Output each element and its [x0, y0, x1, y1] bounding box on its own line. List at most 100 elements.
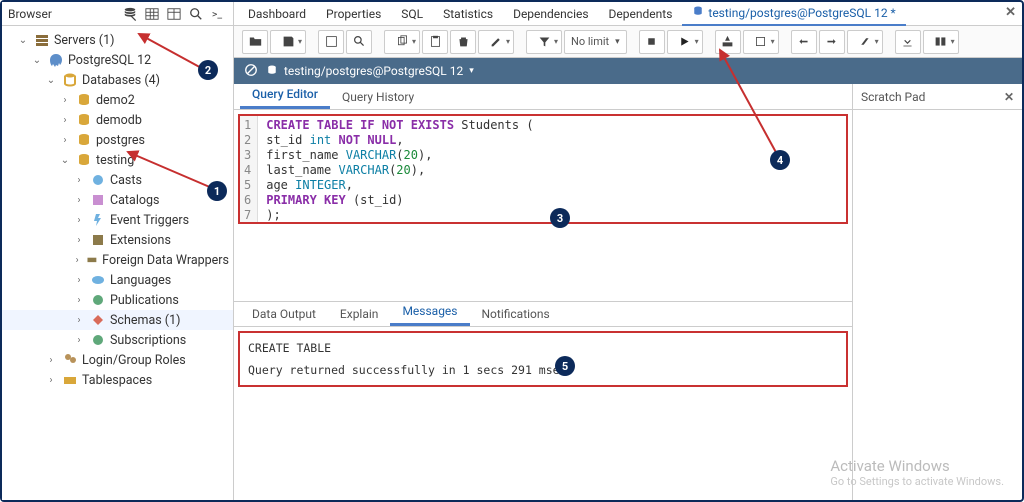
database-icon [76, 132, 92, 148]
chevron-right-icon[interactable]: › [72, 253, 82, 267]
filter-button[interactable] [526, 30, 562, 54]
tab-messages[interactable]: Messages [390, 299, 469, 326]
chevron-down-icon[interactable]: ⌄ [44, 73, 58, 87]
scratch-pad-title: Scratch Pad [861, 90, 925, 104]
tab-query-editor[interactable]: Query Editor [240, 82, 330, 109]
tab-query-history[interactable]: Query History [330, 85, 426, 109]
chevron-right-icon[interactable]: › [72, 233, 86, 247]
tree-tablespaces[interactable]: ›Tablespaces [2, 370, 233, 390]
view-data-icon[interactable] [143, 5, 161, 23]
event-trigger-icon [90, 212, 106, 228]
tree-db-testing[interactable]: ⌄testing [2, 150, 233, 170]
tab-notifications[interactable]: Notifications [470, 302, 562, 326]
database-group-icon [62, 72, 78, 88]
execute-button[interactable] [667, 30, 703, 54]
chevron-right-icon[interactable]: › [72, 213, 86, 227]
chevron-right-icon[interactable]: › [72, 313, 86, 327]
commit-button[interactable] [791, 30, 817, 54]
close-panel-icon[interactable]: ✕ [1005, 5, 1016, 20]
tree-languages[interactable]: ›Languages [2, 270, 233, 290]
explain-analyze-button[interactable] [743, 30, 779, 54]
search-icon[interactable] [187, 5, 205, 23]
tree-casts[interactable]: ›Casts [2, 170, 233, 190]
tablespaces-icon [62, 372, 78, 388]
messages-output: CREATE TABLE Query returned successfully… [238, 331, 848, 387]
subscriptions-icon [90, 332, 106, 348]
tab-query-tool[interactable]: testing/postgres@PostgreSQL 12 * [682, 1, 905, 26]
annotation-2: 2 [198, 60, 218, 80]
download-button[interactable] [895, 30, 921, 54]
tree-schemas[interactable]: ›Schemas (1) [2, 310, 233, 330]
tab-properties[interactable]: Properties [316, 3, 391, 25]
copy-button[interactable] [384, 30, 420, 54]
sql-code[interactable]: CREATE TABLE IF NOT EXISTS Students ( st… [258, 116, 846, 222]
chevron-right-icon[interactable]: › [72, 273, 86, 287]
chevron-down-icon[interactable]: ⌄ [58, 153, 72, 167]
main-tabs: Dashboard Properties SQL Statistics Depe… [234, 2, 1022, 26]
tree-event-triggers[interactable]: ›Event Triggers [2, 210, 233, 230]
paste-button[interactable] [422, 30, 448, 54]
edit-grid-button[interactable] [478, 30, 514, 54]
limit-select[interactable]: No limit▾ [564, 30, 627, 54]
object-tree[interactable]: ⌄Servers (1) ⌄PostgreSQL 12 ⌄Databases (… [2, 26, 233, 500]
clear-button[interactable] [847, 30, 883, 54]
psql-icon[interactable]: >_ [209, 5, 227, 23]
macros-button[interactable] [923, 30, 959, 54]
explain-button[interactable] [715, 30, 741, 54]
save-button[interactable] [270, 30, 306, 54]
tree-db-postgres[interactable]: ›postgres [2, 130, 233, 150]
tree-subscriptions[interactable]: ›Subscriptions [2, 330, 233, 350]
tree-login-roles[interactable]: ›Login/Group Roles [2, 350, 233, 370]
main-panel: Dashboard Properties SQL Statistics Depe… [234, 2, 1022, 500]
edit-button[interactable] [318, 30, 344, 54]
open-file-button[interactable] [242, 30, 268, 54]
tab-dependents[interactable]: Dependents [599, 3, 683, 25]
filter-rows-icon[interactable] [165, 5, 183, 23]
tab-explain[interactable]: Explain [328, 302, 391, 326]
chevron-right-icon[interactable]: › [44, 373, 58, 387]
chevron-right-icon[interactable]: › [72, 293, 86, 307]
fdw-icon [86, 252, 98, 268]
sql-editor[interactable]: 1234567 CREATE TABLE IF NOT EXISTS Stude… [238, 114, 848, 224]
chevron-down-icon[interactable]: ⌄ [30, 53, 44, 67]
output-tabs: Data Output Explain Messages Notificatio… [234, 301, 852, 327]
tree-fdw[interactable]: ›Foreign Data Wrappers [2, 250, 233, 270]
line-gutter: 1234567 [240, 116, 258, 222]
tab-dependencies[interactable]: Dependencies [503, 3, 598, 25]
tab-statistics[interactable]: Statistics [433, 3, 503, 25]
query-tool-icon[interactable] [121, 5, 139, 23]
connection-status-icon [244, 63, 258, 80]
tab-sql[interactable]: SQL [391, 3, 433, 25]
chevron-right-icon[interactable]: › [58, 133, 72, 147]
casts-icon [90, 172, 106, 188]
chevron-right-icon[interactable]: › [72, 333, 86, 347]
database-icon [76, 152, 92, 168]
stop-button[interactable] [639, 30, 665, 54]
editor-tabs: Query Editor Query History [234, 84, 852, 110]
query-toolbar: No limit▾ [234, 26, 1022, 58]
chevron-right-icon[interactable]: › [58, 93, 72, 107]
elephant-icon [48, 52, 64, 68]
tree-extensions[interactable]: ›Extensions [2, 230, 233, 250]
close-scratch-icon[interactable]: ✕ [1004, 90, 1014, 104]
tab-dashboard[interactable]: Dashboard [238, 3, 316, 25]
chevron-right-icon[interactable]: › [58, 113, 72, 127]
server-icon [34, 32, 50, 48]
tree-db-demo2[interactable]: ›demo2 [2, 90, 233, 110]
connection-selector[interactable]: testing/postgres@PostgreSQL 12 ▾ [266, 64, 474, 79]
tree-catalogs[interactable]: ›Catalogs [2, 190, 233, 210]
chevron-down-icon[interactable]: ⌄ [16, 33, 30, 47]
rollback-button[interactable] [819, 30, 845, 54]
find-button[interactable] [346, 30, 372, 54]
tab-data-output[interactable]: Data Output [240, 302, 328, 326]
browser-panel: Browser >_ ⌄Servers (1) ⌄PostgreSQL 12 ⌄… [2, 2, 234, 500]
tree-servers[interactable]: ⌄Servers (1) [2, 30, 233, 50]
tree-publications[interactable]: ›Publications [2, 290, 233, 310]
chevron-right-icon[interactable]: › [72, 193, 86, 207]
tree-db-demodb[interactable]: ›demodb [2, 110, 233, 130]
catalogs-icon [90, 192, 106, 208]
delete-button[interactable] [450, 30, 476, 54]
chevron-down-icon: ▾ [469, 66, 474, 76]
chevron-right-icon[interactable]: › [72, 173, 86, 187]
chevron-right-icon[interactable]: › [44, 353, 58, 367]
